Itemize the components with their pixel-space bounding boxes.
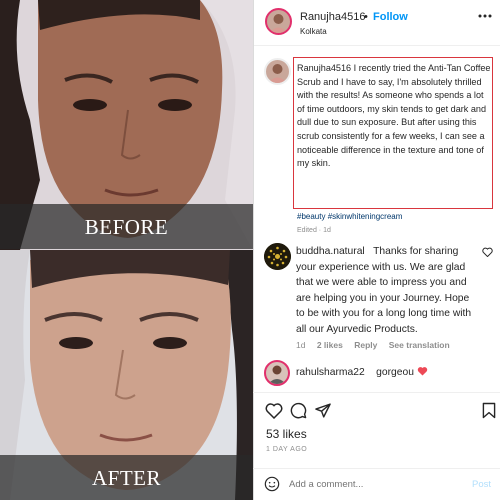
comment-body: Thanks for sharing your experience with … [296,246,472,335]
post-date: 1 DAY AGO [266,446,308,453]
post-location[interactable]: Kolkata [300,27,327,36]
post-header: Ranujha4516 • Follow Kolkata [254,0,500,46]
emoji-icon[interactable] [264,476,280,492]
like-icon[interactable] [265,402,283,419]
post-caption: Ranujha4516 I recently tried the Anti-Ta… [297,62,491,171]
comment-rahul: rahulsharma22 gorgeou [296,365,486,381]
see-translation-button[interactable]: See translation [389,340,450,350]
author-avatar[interactable] [265,8,292,35]
add-comment-input[interactable] [289,479,449,490]
separator-dot: • [364,11,368,23]
caption-hashtags[interactable]: #beauty #skinwhiteningcream [297,212,402,221]
after-photo: AFTER [0,250,253,500]
actions-divider [253,392,500,393]
save-bookmark-icon[interactable] [482,402,496,419]
follow-button[interactable]: Follow [373,11,408,23]
caption-author-avatar[interactable] [264,58,291,85]
comment-reply-button[interactable]: Reply [354,340,377,350]
caption-body: I recently tried the Anti-Tan Coffee Scr… [297,63,491,169]
commenter-avatar-rahul[interactable] [264,360,290,386]
comment-username[interactable]: rahulsharma22 [296,367,365,378]
comment-likes-count[interactable]: 2 likes [317,340,343,350]
more-options-icon[interactable] [477,13,493,19]
comment-meta: 1d 2 likes Reply See translation [296,340,459,350]
author-username[interactable]: Ranujha4516 [300,11,365,23]
comment-icon[interactable] [290,402,307,419]
before-after-image: BEFORE AFTER [0,0,253,500]
comment-username[interactable]: buddha.natural [296,246,365,257]
likes-count[interactable]: 53 likes [266,427,307,441]
post-comment-button[interactable]: Post [472,479,491,490]
comment-buddha: buddha.natural Thanks for sharing your e… [296,244,479,337]
comment-time: 1d [296,340,306,350]
after-label: AFTER [91,466,161,490]
share-icon[interactable] [314,402,332,419]
before-photo: BEFORE [0,0,253,250]
before-label: BEFORE [84,215,169,239]
caption-edited-time: Edited · 1d [297,227,331,234]
red-heart-emoji-icon [417,367,428,376]
comment-like-icon[interactable] [482,247,493,257]
comment-body: gorgeou [376,367,414,378]
commenter-avatar-buddha[interactable] [264,243,291,270]
caption-username[interactable]: Ranujha4516 [297,63,351,73]
